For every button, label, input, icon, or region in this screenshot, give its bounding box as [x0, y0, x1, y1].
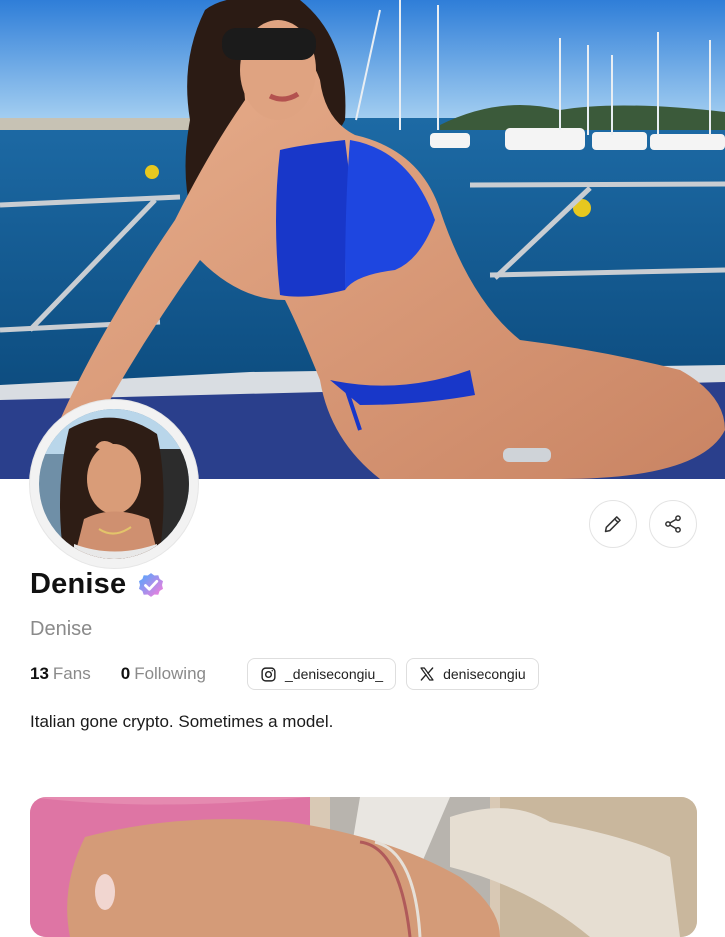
verified-badge-icon: [139, 572, 164, 597]
x-link[interactable]: denisecongiu: [406, 658, 539, 690]
x-handle: denisecongiu: [443, 666, 526, 682]
instagram-link[interactable]: _denisecongiu_: [247, 658, 397, 690]
edit-profile-button[interactable]: [589, 500, 637, 548]
post-preview-image[interactable]: [30, 797, 697, 937]
following-label: Following: [134, 664, 206, 683]
share-icon: [665, 515, 681, 533]
fans-count: 13: [30, 664, 49, 683]
display-name: Denise: [30, 568, 127, 600]
x-logo-icon: [420, 667, 434, 681]
following-count: 0: [120, 664, 131, 683]
fans-label: Fans: [52, 664, 91, 683]
instagram-icon: [261, 666, 276, 682]
stats-row: 13 Fans 0 Following _denisecongiu_ denisec…: [30, 657, 549, 691]
following-stat[interactable]: 0 Following: [121, 664, 206, 684]
bio: Italian gone crypto. Sometimes a model.: [30, 712, 334, 731]
fans-stat[interactable]: 13 Fans: [30, 664, 91, 684]
instagram-handle: _denisecongiu_: [285, 666, 384, 682]
pencil-icon: [604, 516, 621, 533]
avatar-frame: [30, 400, 198, 568]
profile-name-row: Denise: [30, 568, 166, 601]
username: Denise: [30, 618, 93, 640]
share-button[interactable]: [649, 500, 697, 548]
avatar[interactable]: [39, 409, 189, 559]
